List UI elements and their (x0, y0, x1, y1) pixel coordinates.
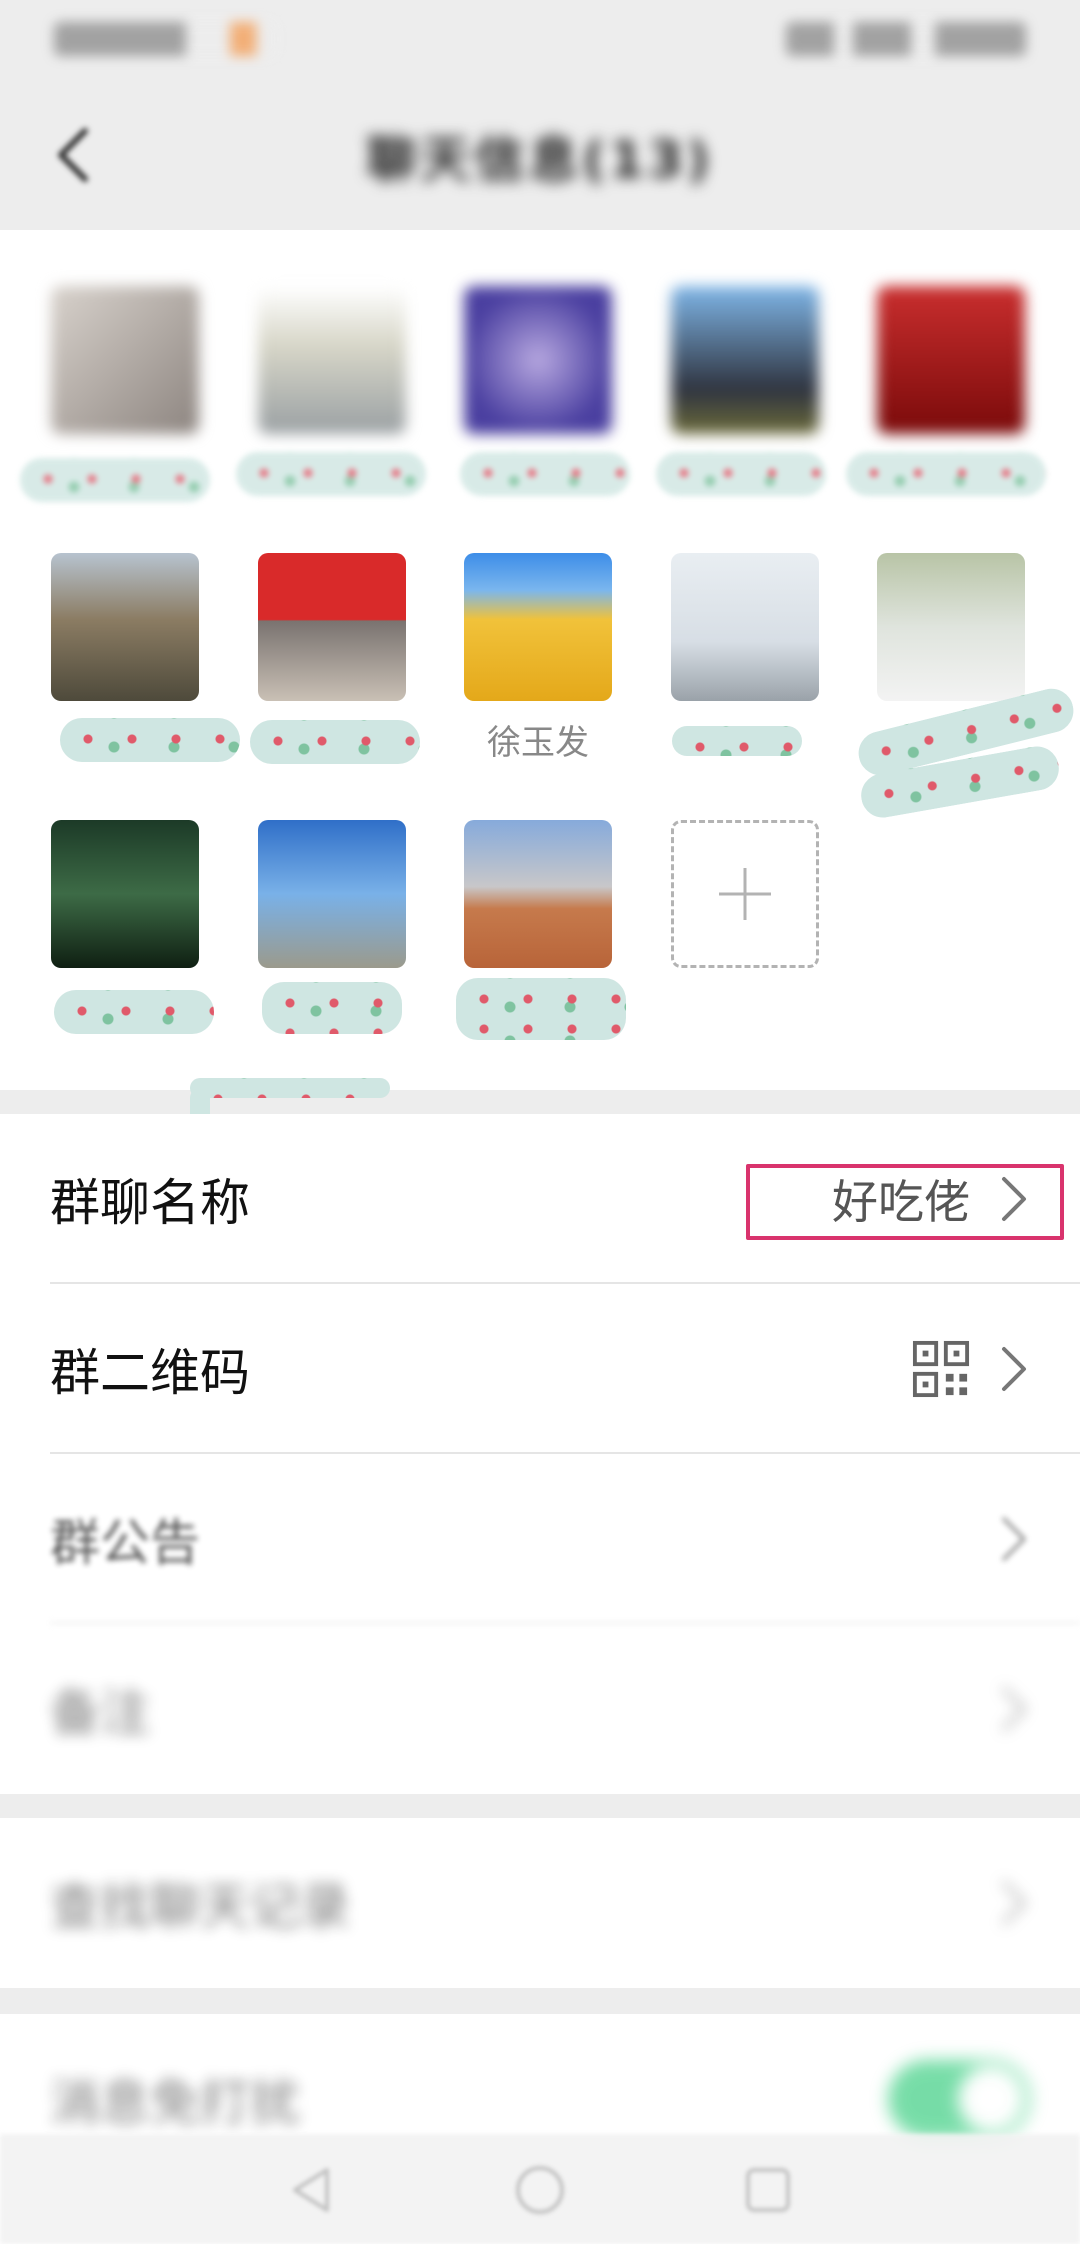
avatar[interactable] (877, 553, 1025, 701)
qrcode-icon (912, 1340, 970, 1398)
page-title: 聊天信息(13) (366, 131, 714, 189)
avatar[interactable] (51, 286, 199, 434)
avatar[interactable] (51, 820, 199, 968)
redaction-mark (250, 720, 420, 764)
status-bar (0, 0, 1080, 80)
system-recents-icon[interactable] (740, 2162, 796, 2218)
avatar[interactable] (464, 820, 612, 968)
redaction-mark (236, 452, 426, 496)
system-home-icon[interactable] (512, 2162, 568, 2218)
mute-label: 消息免打扰 (50, 2074, 300, 2132)
redaction-mark (190, 1078, 390, 1098)
add-member-button[interactable] (660, 820, 830, 968)
redaction-mark (460, 452, 630, 496)
chevron-right-icon (998, 1877, 1030, 1929)
member-name: 徐玉发 (487, 723, 589, 763)
chevron-right-icon (998, 1343, 1030, 1395)
redaction-mark (846, 452, 1046, 496)
system-nav-bar (0, 2134, 1080, 2244)
avatar[interactable] (671, 553, 819, 701)
member-grid: 徐玉发 (0, 230, 1080, 1138)
search-history-label: 查找聊天记录 (50, 1878, 350, 1936)
group-name-row[interactable]: 群聊名称 好吃佬 (0, 1114, 1080, 1284)
avatar[interactable] (258, 553, 406, 701)
header-bar: 聊天信息(13) (0, 80, 1080, 230)
avatar[interactable] (51, 553, 199, 701)
redaction-mark (60, 718, 240, 762)
system-back-icon[interactable] (283, 2162, 339, 2218)
add-member-tile[interactable] (671, 820, 819, 968)
group-notice-row[interactable]: 群公告 (0, 1454, 1080, 1624)
redaction-mark (54, 990, 214, 1034)
mute-toggle[interactable] (888, 2060, 1030, 2138)
status-signal-area (54, 22, 274, 56)
avatar[interactable] (671, 286, 819, 434)
avatar[interactable] (877, 286, 1025, 434)
avatar[interactable] (464, 553, 612, 701)
redaction-mark (456, 978, 626, 1040)
redaction-mark (262, 982, 402, 1034)
redaction-mark (656, 452, 826, 496)
group-settings-section: 群聊名称 好吃佬 群二维码 群公告 备注 (0, 1114, 1080, 1794)
avatar[interactable] (258, 820, 406, 968)
redaction-mark (20, 458, 210, 502)
member-tile[interactable]: 徐玉发 (453, 553, 623, 769)
plus-icon (719, 868, 771, 920)
remark-row[interactable]: 备注 (0, 1624, 1080, 1794)
remark-label: 备注 (50, 1684, 150, 1742)
group-qrcode-row[interactable]: 群二维码 (0, 1284, 1080, 1454)
group-qrcode-label: 群二维码 (50, 1344, 250, 1402)
search-history-row[interactable]: 查找聊天记录 (0, 1818, 1080, 1988)
avatar[interactable] (464, 286, 612, 434)
chat-history-section: 查找聊天记录 (0, 1818, 1080, 1988)
group-notice-label: 群公告 (50, 1514, 200, 1572)
group-name-highlight-box (746, 1164, 1064, 1240)
chevron-right-icon (998, 1513, 1030, 1565)
group-name-label: 群聊名称 (50, 1174, 250, 1232)
chevron-right-icon (998, 1683, 1030, 1735)
status-battery-clock-area (786, 22, 1026, 56)
avatar[interactable] (258, 286, 406, 434)
redaction-mark (672, 726, 802, 756)
